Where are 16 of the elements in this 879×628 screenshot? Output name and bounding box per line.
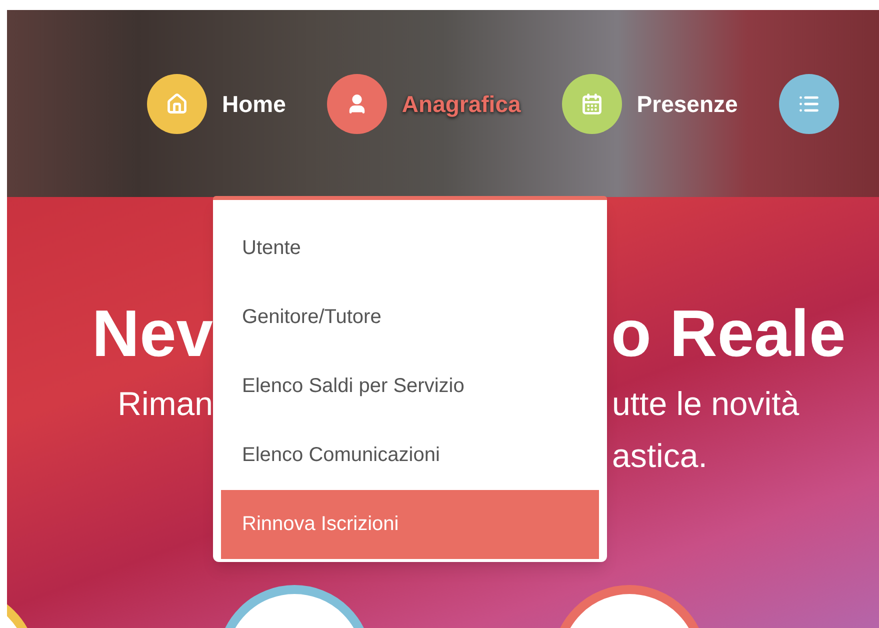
dropdown-item[interactable]: Utente <box>221 214 599 283</box>
hero-title: o Reale <box>610 297 847 370</box>
hero-title: Nev <box>90 297 213 370</box>
calendar-icon <box>580 93 603 115</box>
hero-subtitle: astica. <box>612 436 708 476</box>
nav-link[interactable]: Home <box>147 74 286 134</box>
house-icon <box>166 93 188 115</box>
dropdown-item[interactable]: Elenco Comunicazioni <box>221 421 599 490</box>
hero-subtitle: Riman <box>116 384 213 424</box>
nav-label: Anagrafica <box>402 90 521 119</box>
dropdown-item[interactable]: Elenco Saldi per Servizio <box>221 352 599 421</box>
nav-link[interactable]: Presenze <box>562 74 738 134</box>
dropdown-item[interactable]: Genitore/Tutore <box>221 283 599 352</box>
nav-label: Home <box>222 90 286 119</box>
nav-label: Presenze <box>636 90 738 119</box>
hero-subtitle: utte le novità <box>612 384 800 424</box>
